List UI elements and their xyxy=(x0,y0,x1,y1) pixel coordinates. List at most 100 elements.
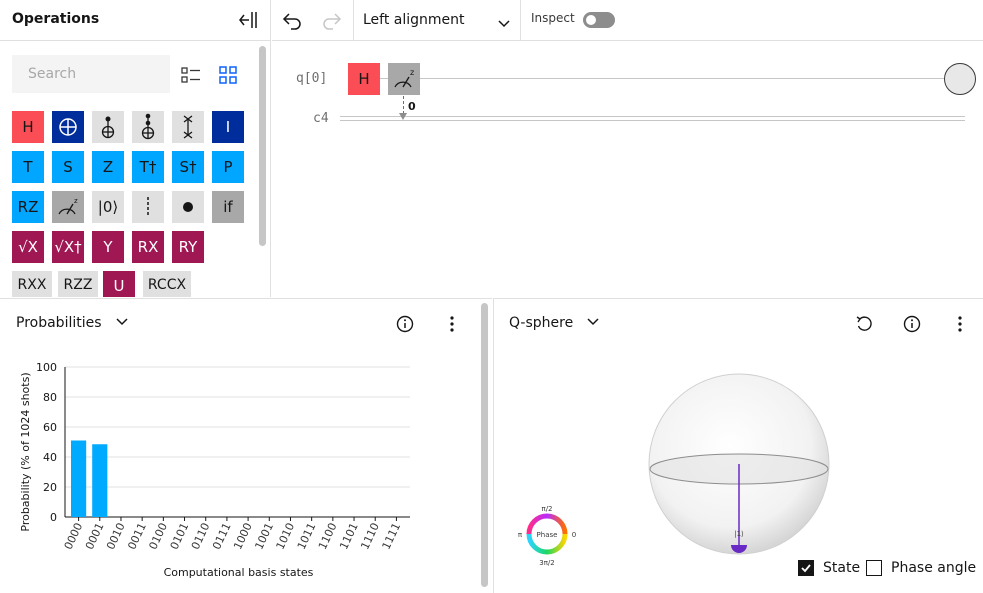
phase-angle-checkbox-label: Phase angle xyxy=(891,560,977,576)
barrier-icon xyxy=(147,197,149,217)
gate-sxdg[interactable]: √X† xyxy=(52,231,84,263)
qsphere-title: Q-sphere xyxy=(509,315,574,331)
ccx-icon xyxy=(141,113,155,140)
gate-toffoli[interactable] xyxy=(92,111,124,143)
x-tick-label: 0000 xyxy=(62,521,86,552)
operations-header: Operations xyxy=(0,0,271,41)
inspect-label: Inspect xyxy=(531,11,575,25)
circuit-canvas: q[0] c4 H z 0 xyxy=(272,41,983,297)
probabilities-title: Probabilities xyxy=(16,315,102,331)
x-tick-label: 1010 xyxy=(274,521,298,552)
x-tick-label: 0100 xyxy=(146,521,170,552)
x-tick-label: 0111 xyxy=(210,521,234,552)
gate-barrier[interactable] xyxy=(132,191,164,223)
gate-reset[interactable]: |0⟩ xyxy=(92,191,124,223)
phase-label-left: π xyxy=(518,531,523,539)
y-tick-label: 40 xyxy=(43,451,57,464)
gate-t[interactable]: T xyxy=(12,151,44,183)
gate-cnot[interactable] xyxy=(52,111,84,143)
x-tick-label: 1000 xyxy=(231,521,255,552)
measure-icon: z xyxy=(58,197,78,215)
overflow-menu-icon[interactable] xyxy=(950,314,970,334)
gate-s[interactable]: S xyxy=(52,151,84,183)
y-tick-label: 100 xyxy=(36,361,57,374)
undo-icon[interactable] xyxy=(280,9,304,31)
y-tick-label: 20 xyxy=(43,481,57,494)
swap-icon xyxy=(183,115,193,139)
operations-scrollbar[interactable] xyxy=(259,46,266,246)
alignment-value: Left alignment xyxy=(363,12,465,28)
gate-ry[interactable]: RY xyxy=(172,231,204,263)
phase-label-right: 0 xyxy=(572,531,576,539)
redo-icon[interactable] xyxy=(320,9,344,31)
x-tick-label: 0101 xyxy=(168,521,192,552)
svg-text:z: z xyxy=(410,68,414,77)
operations-title: Operations xyxy=(12,11,100,27)
circuit-toolbar: Left alignment Inspect xyxy=(272,0,983,41)
measure-connector xyxy=(403,96,404,114)
toffoli-icon xyxy=(101,116,115,139)
gate-z[interactable]: Z xyxy=(92,151,124,183)
gate-sx[interactable]: √X xyxy=(12,231,44,263)
chevron-down-icon xyxy=(587,315,599,331)
inspect-toggle[interactable] xyxy=(583,12,615,28)
qsphere-visual: |1⟩ Phase π/2 π 0 3π/2 xyxy=(518,373,830,567)
toggle-knob xyxy=(586,15,596,25)
classical-register-label: c4 xyxy=(313,111,329,126)
x-tick-label: 0001 xyxy=(83,521,107,552)
gate-rxx[interactable]: RXX xyxy=(12,271,52,297)
bar-0001[interactable] xyxy=(92,444,108,517)
overflow-menu-icon[interactable] xyxy=(442,314,462,334)
gate-tdg[interactable]: T† xyxy=(132,151,164,183)
probabilities-dropdown[interactable]: Probabilities xyxy=(16,315,128,331)
grid-view-icon[interactable] xyxy=(217,64,239,86)
circuit-measure-gate[interactable]: z xyxy=(388,63,420,95)
x-tick-label: 0110 xyxy=(189,521,213,552)
probabilities-panel: Probabilities 0 20 40 60 80 100 0000 0001 0010 00… xyxy=(0,298,492,593)
x-tick-label: 1011 xyxy=(295,521,319,552)
list-view-icon[interactable] xyxy=(180,64,202,86)
gate-h[interactable]: H xyxy=(12,111,44,143)
measure-icon: z xyxy=(394,68,414,88)
probabilities-scrollbar[interactable] xyxy=(481,303,488,587)
state-checkbox-label: State xyxy=(823,560,861,576)
alignment-dropdown[interactable]: Left alignment xyxy=(353,0,521,41)
x-tick-label: 1001 xyxy=(252,521,276,552)
gate-rz[interactable]: RZ xyxy=(12,191,44,223)
measure-bit-label: 0 xyxy=(408,100,416,113)
gate-control[interactable] xyxy=(172,191,204,223)
x-tick-label: 0010 xyxy=(104,521,128,552)
gate-swap[interactable] xyxy=(172,111,204,143)
gate-i[interactable]: I xyxy=(212,111,244,143)
qubit-wire xyxy=(348,78,944,79)
gate-y[interactable]: Y xyxy=(92,231,124,263)
search-input[interactable]: Search xyxy=(12,55,170,93)
y-tick-label: 60 xyxy=(43,421,57,434)
gate-u[interactable]: U xyxy=(103,271,135,297)
phase-wheel-label: Phase xyxy=(537,531,558,539)
phase-label-bottom: 3π/2 xyxy=(539,559,554,567)
gate-if[interactable]: if xyxy=(212,191,244,223)
qubit-state-indicator[interactable] xyxy=(944,63,976,95)
circuit-h-gate[interactable]: H xyxy=(348,63,380,95)
y-tick-label: 80 xyxy=(43,391,57,404)
reset-view-icon[interactable] xyxy=(854,314,874,334)
gate-p[interactable]: P xyxy=(212,151,244,183)
gate-sdg[interactable]: S† xyxy=(172,151,204,183)
gate-rx[interactable]: RX xyxy=(132,231,164,263)
bar-0000[interactable] xyxy=(71,440,87,518)
qubit-label: q[0] xyxy=(296,71,328,86)
info-icon[interactable] xyxy=(395,314,415,334)
info-icon[interactable] xyxy=(902,314,922,334)
gate-rccx[interactable]: RCCX xyxy=(143,271,191,297)
state-checkbox[interactable]: State xyxy=(798,560,860,576)
collapse-panel-icon[interactable] xyxy=(236,8,260,32)
gate-measure[interactable]: z xyxy=(52,191,84,223)
phase-angle-checkbox[interactable]: Phase angle xyxy=(866,560,976,576)
gate-ccx[interactable] xyxy=(132,111,164,143)
x-tick-label: 0011 xyxy=(125,521,149,552)
gate-rzz[interactable]: RZZ xyxy=(58,271,98,297)
state-label: |1⟩ xyxy=(734,530,744,538)
operations-panel: Operations Search H I T S Z T† S† P RZ z… xyxy=(0,0,271,297)
qsphere-dropdown[interactable]: Q-sphere xyxy=(509,315,599,331)
